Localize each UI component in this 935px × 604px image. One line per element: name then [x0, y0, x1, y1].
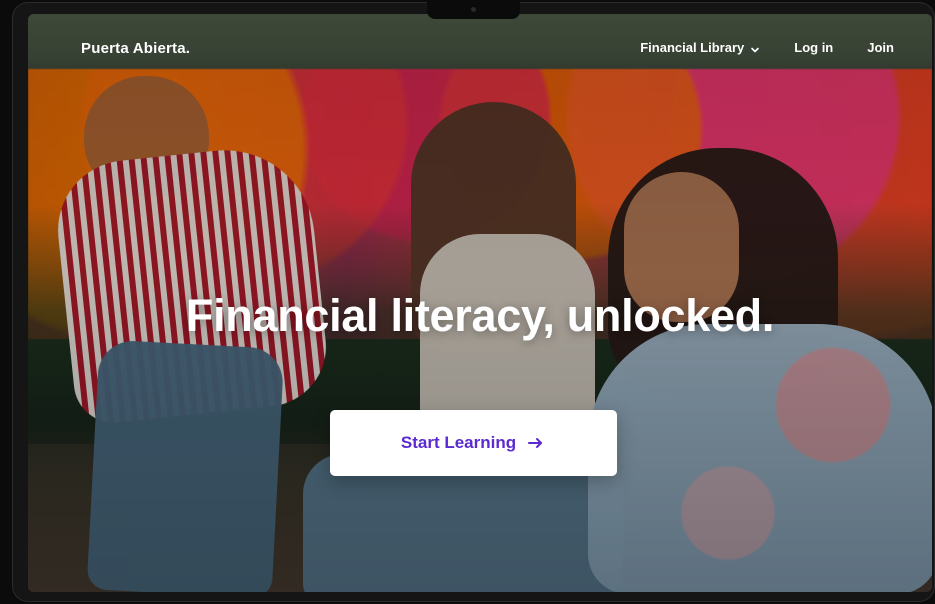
top-navigation: Puerta Abierta. Financial Library Log in… — [28, 14, 932, 84]
arrow-right-icon — [526, 433, 546, 453]
nav-log-in[interactable]: Log in — [794, 40, 833, 55]
camera-dot — [471, 7, 476, 12]
hero-screen: Puerta Abierta. Financial Library Log in… — [28, 14, 932, 592]
camera-notch — [427, 2, 520, 19]
nav-financial-library-label: Financial Library — [640, 40, 745, 55]
hero-title: Financial literacy, unlocked. — [185, 290, 775, 341]
nav-join[interactable]: Join — [867, 40, 894, 55]
nav-log-in-label: Log in — [794, 40, 834, 55]
chevron-down-icon — [750, 43, 760, 53]
start-learning-label: Start Learning — [400, 433, 517, 452]
nav-join-label: Join — [867, 40, 894, 55]
start-learning-button[interactable]: Start Learning — [330, 410, 617, 476]
nav-links: Financial Library Log in Join — [640, 40, 894, 55]
nav-financial-library[interactable]: Financial Library — [640, 40, 760, 55]
device-frame: Puerta Abierta. Financial Library Log in… — [12, 2, 935, 602]
brand-logo-text[interactable]: Puerta Abierta. — [81, 40, 190, 57]
